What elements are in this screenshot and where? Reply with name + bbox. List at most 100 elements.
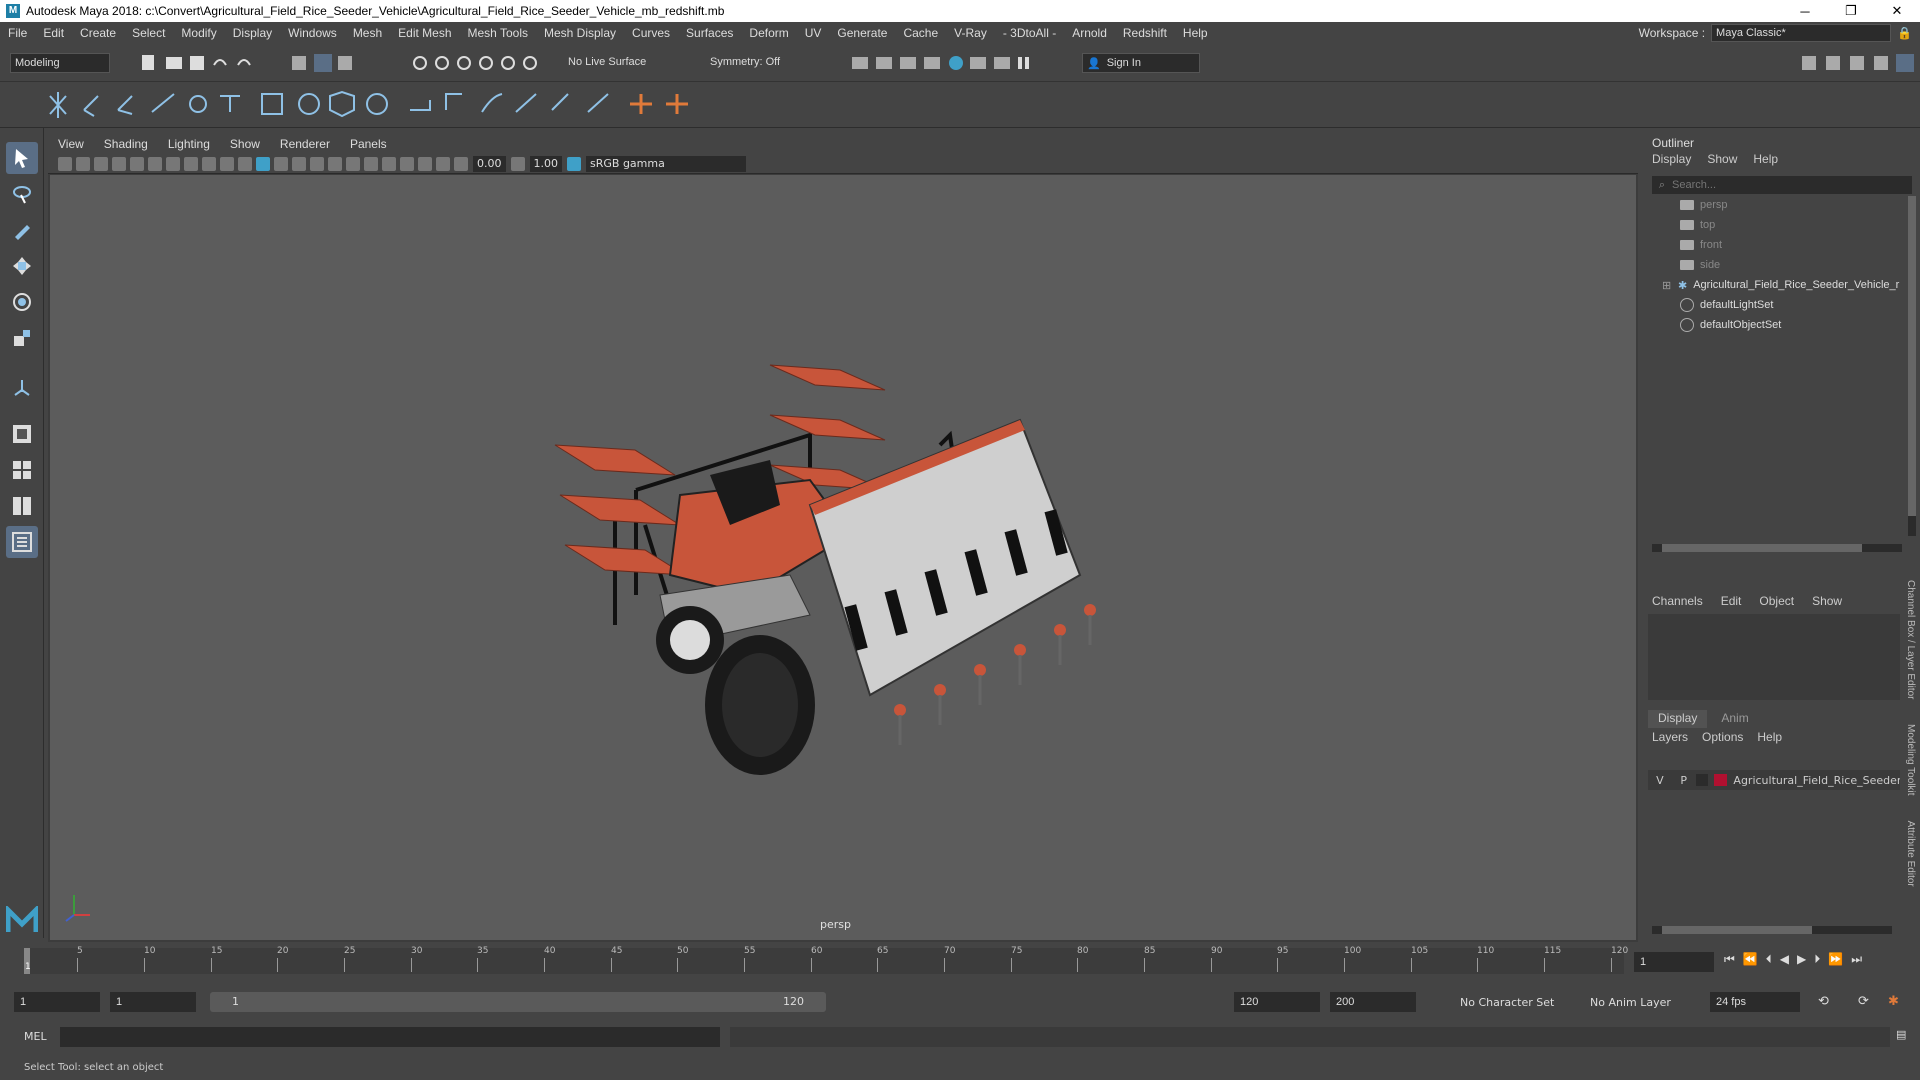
- default-material-icon[interactable]: [274, 156, 288, 171]
- film-gate-icon[interactable]: [148, 156, 162, 171]
- menu-arnold[interactable]: Arnold: [1064, 26, 1115, 40]
- command-input[interactable]: [60, 1027, 720, 1047]
- soft-mod-tool-icon[interactable]: [6, 372, 38, 404]
- menu-display[interactable]: Display: [225, 26, 280, 40]
- poly-modeling-shelf-icons[interactable]: [0, 82, 700, 128]
- field-chart-icon[interactable]: [202, 156, 216, 171]
- ambient-occlusion-icon[interactable]: [346, 156, 360, 171]
- panel-toggle-icons[interactable]: [1800, 53, 1920, 73]
- isolate-select-icon[interactable]: [400, 156, 414, 171]
- fps-dropdown[interactable]: 24 fps: [1710, 992, 1800, 1012]
- layer-menu-help[interactable]: Help: [1757, 730, 1782, 744]
- viewport-menu-view[interactable]: View: [48, 137, 94, 151]
- layer-type-box[interactable]: [1695, 774, 1708, 786]
- move-tool-icon[interactable]: [6, 250, 38, 282]
- xray-joints-icon[interactable]: [436, 156, 450, 171]
- scale-tool-icon[interactable]: [6, 322, 38, 354]
- menu-uv[interactable]: UV: [797, 26, 830, 40]
- outliner-vertical-scrollbar[interactable]: [1908, 196, 1916, 536]
- layer-menu-layers[interactable]: Layers: [1652, 730, 1688, 744]
- channelbox-menu-show[interactable]: Show: [1812, 594, 1842, 608]
- menu-surfaces[interactable]: Surfaces: [678, 26, 741, 40]
- bookmark-icon[interactable]: [94, 156, 108, 171]
- menu-curves[interactable]: Curves: [624, 26, 678, 40]
- 3d-viewport[interactable]: persp: [50, 175, 1636, 940]
- menu-help[interactable]: Help: [1175, 26, 1216, 40]
- range-slider-bar[interactable]: 1 120: [210, 992, 826, 1012]
- auto-key-icon[interactable]: ⟳: [1858, 994, 1869, 1009]
- character-set-dropdown[interactable]: No Character Set: [1460, 996, 1554, 1009]
- sign-in-dropdown[interactable]: 👤 Sign In: [1082, 53, 1200, 73]
- render-icons[interactable]: [850, 53, 1050, 73]
- layer-visibility-toggle[interactable]: V: [1648, 774, 1672, 787]
- outliner-item-seeder-group[interactable]: ⊞ ✱ Agricultural_Field_Rice_Seeder_Vehic…: [1662, 276, 1899, 294]
- menu-edit-mesh[interactable]: Edit Mesh: [390, 26, 459, 40]
- color-management-icon[interactable]: [567, 156, 581, 171]
- anti-aliasing-icon[interactable]: [382, 156, 396, 171]
- playback-start-field[interactable]: 1: [110, 992, 196, 1012]
- layer-playback-toggle[interactable]: P: [1672, 774, 1696, 787]
- outliner-item-default-light-set[interactable]: defaultLightSet: [1680, 296, 1773, 314]
- current-frame-field[interactable]: 1: [1634, 952, 1714, 972]
- menu-edit[interactable]: Edit: [35, 26, 72, 40]
- symmetry-label[interactable]: Symmetry: Off: [710, 56, 780, 68]
- grid-icon[interactable]: [130, 156, 144, 171]
- gate-mask-icon[interactable]: [184, 156, 198, 171]
- menu-mesh-tools[interactable]: Mesh Tools: [460, 26, 536, 40]
- display-layer-row[interactable]: V P Agricultural_Field_Rice_Seeder: [1648, 770, 1900, 790]
- viewport-menu-panels[interactable]: Panels: [340, 137, 397, 151]
- layer-color-swatch[interactable]: [1713, 774, 1728, 786]
- playback-end-field[interactable]: 120: [1234, 992, 1320, 1012]
- outliner-item-front[interactable]: front: [1680, 236, 1722, 254]
- play-forward-icon[interactable]: ▶: [1797, 952, 1806, 967]
- outliner-layout-icon[interactable]: [6, 526, 38, 558]
- rice-seeder-model[interactable]: [50, 175, 1636, 940]
- viewport-menu-shading[interactable]: Shading: [94, 137, 158, 151]
- layer-scrollbar[interactable]: [1652, 926, 1892, 934]
- lock-icon[interactable]: 🔒: [1897, 26, 1912, 40]
- smooth-shade-icon[interactable]: [256, 156, 270, 171]
- animation-start-field[interactable]: 1: [14, 992, 100, 1012]
- gamma-field[interactable]: 1.00: [529, 155, 562, 172]
- exposure-icon[interactable]: [454, 156, 468, 171]
- viewport-menu-renderer[interactable]: Renderer: [270, 137, 340, 151]
- gamma-icon[interactable]: [510, 156, 525, 171]
- outliner-item-default-object-set[interactable]: defaultObjectSet: [1680, 316, 1781, 334]
- camera-select-icon[interactable]: [58, 156, 72, 171]
- animation-end-field[interactable]: 200: [1330, 992, 1416, 1012]
- menu-cache[interactable]: Cache: [895, 26, 946, 40]
- outliner-item-persp[interactable]: persp: [1680, 196, 1728, 214]
- lasso-tool-icon[interactable]: [6, 178, 38, 210]
- script-editor-icon[interactable]: ▤: [1896, 1028, 1906, 1041]
- motion-blur-icon[interactable]: [364, 156, 378, 171]
- live-surface-label[interactable]: No Live Surface: [568, 56, 646, 68]
- menu-windows[interactable]: Windows: [280, 26, 345, 40]
- menu-select[interactable]: Select: [124, 26, 173, 40]
- outliner-menu-display[interactable]: Display: [1652, 152, 1691, 166]
- file-tools-icons[interactable]: [140, 53, 260, 73]
- camera-attributes-icon[interactable]: [76, 156, 90, 171]
- menu-redshift[interactable]: Redshift: [1115, 26, 1175, 40]
- close-button[interactable]: ✕: [1874, 0, 1920, 22]
- menu-mesh[interactable]: Mesh: [345, 26, 390, 40]
- menu-file[interactable]: File: [0, 26, 35, 40]
- mode-selector[interactable]: Modeling: [10, 53, 110, 73]
- outliner-item-top[interactable]: top: [1680, 216, 1715, 234]
- safe-action-icon[interactable]: [220, 156, 234, 171]
- menu-modify[interactable]: Modify: [173, 26, 224, 40]
- outliner-menu-show[interactable]: Show: [1707, 152, 1737, 166]
- step-back-key-icon[interactable]: ⏪: [1743, 952, 1758, 967]
- go-to-end-icon[interactable]: ⏭: [1851, 952, 1862, 967]
- channelbox-menu-channels[interactable]: Channels: [1652, 594, 1703, 608]
- snap-icons[interactable]: [410, 53, 560, 73]
- outliner-horizontal-scrollbar[interactable]: [1652, 544, 1902, 552]
- paint-select-tool-icon[interactable]: [6, 214, 38, 246]
- use-lights-icon[interactable]: [310, 156, 324, 171]
- persp-outliner-layout-icon[interactable]: [6, 490, 38, 522]
- menu-vray[interactable]: V-Ray: [946, 26, 995, 40]
- side-tab-attribute-editor[interactable]: Attribute Editor: [1905, 821, 1916, 887]
- outliner-item-side[interactable]: side: [1680, 256, 1720, 274]
- textured-icon[interactable]: [292, 156, 306, 171]
- side-tab-channel-box[interactable]: Channel Box / Layer Editor: [1905, 580, 1916, 700]
- anim-layer-dropdown[interactable]: No Anim Layer: [1590, 996, 1671, 1009]
